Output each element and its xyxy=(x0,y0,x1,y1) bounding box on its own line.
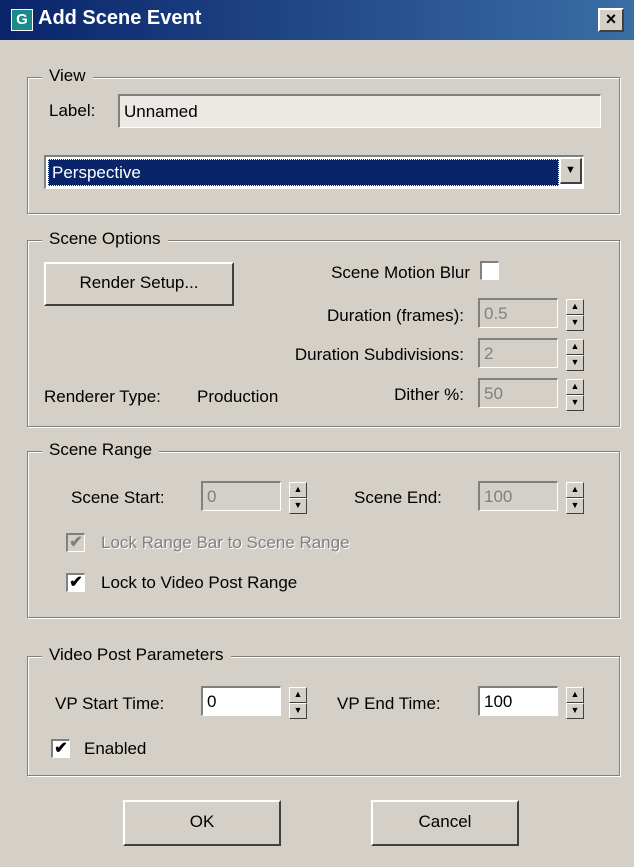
spin-up-icon[interactable]: ▲ xyxy=(566,482,584,498)
duration-subdivisions-label: Duration Subdivisions: xyxy=(294,345,464,364)
vp-end-input[interactable]: 100 xyxy=(478,686,558,716)
lock-range-bar-label: Lock Range Bar to Scene Range xyxy=(101,533,350,552)
scene-start-input[interactable]: 0 xyxy=(201,481,281,511)
vp-end-label: VP End Time: xyxy=(337,694,441,713)
duration-input[interactable]: 0.5 xyxy=(478,298,558,328)
vp-start-spinner[interactable]: ▲ ▼ xyxy=(289,687,307,719)
vp-start-input[interactable]: 0 xyxy=(201,686,281,716)
label-caption: Label: xyxy=(49,101,96,120)
spin-down-icon[interactable]: ▼ xyxy=(289,498,307,514)
spin-down-icon[interactable]: ▼ xyxy=(566,703,584,719)
vp-start-label: VP Start Time: xyxy=(55,694,165,713)
duration-subdivisions-spinner[interactable]: ▲ ▼ xyxy=(566,339,584,371)
spin-up-icon[interactable]: ▲ xyxy=(566,299,584,315)
duration-label: Duration (frames): xyxy=(327,306,464,325)
spin-up-icon[interactable]: ▲ xyxy=(566,379,584,395)
scene-range-legend: Scene Range xyxy=(42,440,160,460)
scene-end-spinner[interactable]: ▲ ▼ xyxy=(566,482,584,514)
lock-video-post-checkbox[interactable]: ✔ xyxy=(66,573,85,592)
ok-button[interactable]: OK xyxy=(123,800,281,846)
dither-input[interactable]: 50 xyxy=(478,378,558,408)
enabled-label: Enabled xyxy=(84,739,147,758)
video-post-legend: Video Post Parameters xyxy=(42,645,231,665)
viewport-dropdown-value: Perspective xyxy=(48,159,559,186)
scene-start-label: Scene Start: xyxy=(71,488,165,507)
duration-spinner[interactable]: ▲ ▼ xyxy=(566,299,584,331)
view-group-legend: View xyxy=(42,66,93,86)
lock-video-post-label: Lock to Video Post Range xyxy=(101,573,298,592)
renderer-type-label: Renderer Type: xyxy=(44,387,161,406)
vp-end-spinner[interactable]: ▲ ▼ xyxy=(566,687,584,719)
scene-options-legend: Scene Options xyxy=(42,229,168,249)
scene-motion-blur-label: Scene Motion Blur xyxy=(331,263,470,282)
enabled-checkbox[interactable]: ✔ xyxy=(51,739,70,758)
viewport-dropdown[interactable]: Perspective ▼ xyxy=(44,155,584,189)
spin-down-icon[interactable]: ▼ xyxy=(566,498,584,514)
spin-down-icon[interactable]: ▼ xyxy=(566,395,584,411)
duration-subdivisions-input[interactable]: 2 xyxy=(478,338,558,368)
title-bar: G Add Scene Event × xyxy=(0,0,634,40)
spin-up-icon[interactable]: ▲ xyxy=(566,339,584,355)
close-button[interactable]: × xyxy=(598,8,624,32)
window-title: Add Scene Event xyxy=(38,7,202,29)
dither-spinner[interactable]: ▲ ▼ xyxy=(566,379,584,411)
spin-up-icon[interactable]: ▲ xyxy=(289,482,307,498)
scene-end-label: Scene End: xyxy=(354,488,442,507)
spin-up-icon[interactable]: ▲ xyxy=(289,687,307,703)
spin-up-icon[interactable]: ▲ xyxy=(566,687,584,703)
label-input[interactable]: Unnamed xyxy=(118,94,601,128)
render-setup-button[interactable]: Render Setup... xyxy=(44,262,234,306)
dropdown-arrow-icon[interactable]: ▼ xyxy=(560,158,582,184)
renderer-type-value: Production xyxy=(197,387,279,406)
scene-start-spinner[interactable]: ▲ ▼ xyxy=(289,482,307,514)
scene-end-input[interactable]: 100 xyxy=(478,481,558,511)
spin-down-icon[interactable]: ▼ xyxy=(566,355,584,371)
app-logo-icon: G xyxy=(11,9,33,31)
spin-down-icon[interactable]: ▼ xyxy=(566,315,584,331)
dither-label: Dither %: xyxy=(394,385,464,404)
spin-down-icon[interactable]: ▼ xyxy=(289,703,307,719)
lock-range-bar-checkbox[interactable]: ✔ xyxy=(66,533,85,552)
cancel-button[interactable]: Cancel xyxy=(371,800,519,846)
scene-motion-blur-checkbox[interactable] xyxy=(480,261,499,280)
